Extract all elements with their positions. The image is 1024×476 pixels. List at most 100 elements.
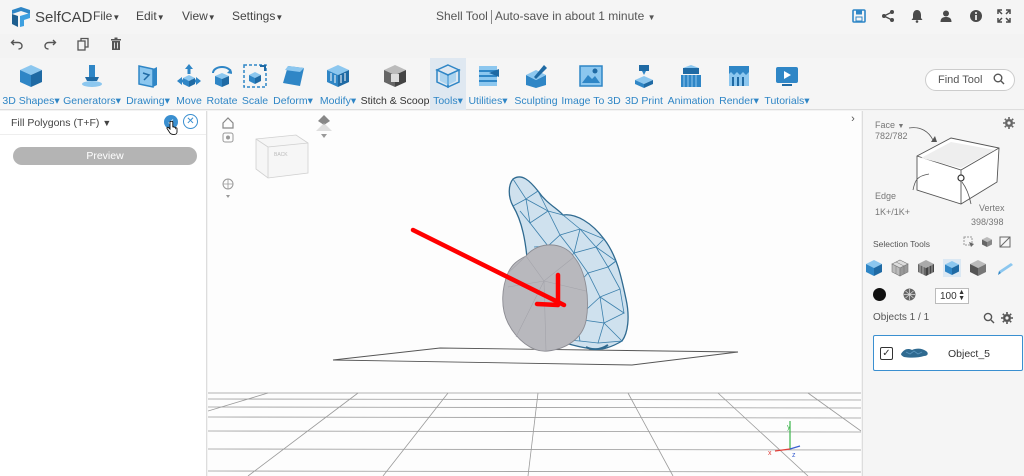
selection-option-icon[interactable] xyxy=(999,235,1011,248)
save-icon[interactable] xyxy=(851,9,867,25)
tool-modify[interactable]: Modify▾ xyxy=(316,58,360,110)
scene-canvas[interactable]: BACK x y z xyxy=(208,111,861,476)
undo-icon[interactable] xyxy=(9,37,25,53)
tool-label: Move xyxy=(176,95,202,107)
render-icon xyxy=(729,66,749,86)
main-toolbar: 3D Shapes▾ Generators▾ Drawing▾ Move Rot… xyxy=(0,58,1024,110)
tutorials-icon xyxy=(776,67,798,86)
object-visibility-checkbox[interactable]: ✓ xyxy=(880,347,893,360)
chevron-down-icon: ▼ xyxy=(207,13,216,22)
home-icon[interactable] xyxy=(222,117,234,129)
face-label: Face xyxy=(875,120,896,130)
tool-rotate[interactable]: Rotate xyxy=(205,58,239,110)
tool-tutorials[interactable]: Tutorials▾ xyxy=(762,58,812,110)
gear-icon[interactable] xyxy=(1001,311,1013,324)
axis-gizmo: x y z xyxy=(768,421,801,459)
close-panel-button[interactable]: ✕ xyxy=(183,114,198,129)
search-icon[interactable] xyxy=(983,311,995,324)
menu-settings[interactable]: Settings▼ xyxy=(232,9,283,23)
fullscreen-icon[interactable] xyxy=(996,9,1012,25)
focus-icon[interactable] xyxy=(222,132,234,143)
collapse-right-panel-icon[interactable]: › xyxy=(847,113,859,127)
globe-icon[interactable] xyxy=(222,178,234,198)
generator-icon xyxy=(82,65,102,87)
preview-button[interactable]: Preview xyxy=(13,147,197,165)
select-edges-icon[interactable] xyxy=(917,259,935,277)
tool-stitch-scoop[interactable]: Stitch & Scoop xyxy=(361,58,429,110)
chevron-down-icon[interactable]: ▼ xyxy=(648,13,656,22)
tool-image-to-3d[interactable]: Image To 3D xyxy=(561,58,621,110)
view-cube[interactable]: BACK xyxy=(255,134,309,179)
delete-icon[interactable] xyxy=(108,37,124,53)
selection-option-icon[interactable] xyxy=(981,235,993,247)
menu-edit[interactable]: Edit▼ xyxy=(136,9,165,23)
tool-deform[interactable]: Deform▾ xyxy=(271,58,315,110)
select-paint-icon[interactable] xyxy=(997,259,1015,277)
rotate-icon xyxy=(212,66,232,87)
chevron-down-icon: ▼ xyxy=(275,13,284,22)
menu-file[interactable]: File▼ xyxy=(93,9,120,23)
select-vertices-icon[interactable] xyxy=(943,259,961,277)
object-list-item[interactable]: ✓ Object_5 xyxy=(873,335,1023,371)
title-divider xyxy=(490,9,492,24)
3d-viewport[interactable]: BACK x y z › xyxy=(208,111,861,476)
sculpting-icon xyxy=(526,65,547,88)
autosave-status[interactable]: Auto-save in about 1 minute xyxy=(495,9,644,23)
tool-label-text: Deform xyxy=(273,95,308,107)
tool-generators[interactable]: Generators▾ xyxy=(62,58,122,110)
mesh-object[interactable] xyxy=(502,176,629,352)
bell-icon[interactable] xyxy=(909,9,925,25)
ground-shadow-plane xyxy=(332,347,739,366)
image-to-3d-icon xyxy=(579,65,603,87)
tool-label: Tutorials▾ xyxy=(764,95,810,107)
find-tool-input[interactable]: Find Tool xyxy=(925,69,1015,91)
tool-animation[interactable]: Animation xyxy=(666,58,716,110)
redo-icon[interactable] xyxy=(42,37,58,53)
menu-label: View xyxy=(182,9,208,23)
tool-label: Animation xyxy=(667,95,715,107)
search-icon[interactable] xyxy=(993,73,1005,88)
share-icon[interactable] xyxy=(880,9,896,25)
select-faces-icon[interactable] xyxy=(891,259,909,277)
tool-utilities[interactable]: Utilities▾ xyxy=(467,58,509,110)
tool-label-text: Tools xyxy=(433,95,458,107)
edge-label: Edge xyxy=(875,191,897,201)
stitch-icon xyxy=(384,65,406,87)
tool-render[interactable]: Render▾ xyxy=(718,58,760,110)
tool-sculpting[interactable]: Sculpting xyxy=(512,58,560,110)
opacity-stepper[interactable]: 100 ▲ ▼ xyxy=(935,288,969,304)
modify-icon xyxy=(327,65,349,87)
user-icon[interactable] xyxy=(938,9,954,25)
stepper-arrows-icon[interactable]: ▲ ▼ xyxy=(958,289,965,302)
tool-scale[interactable]: Scale xyxy=(240,58,270,110)
tool-3d-print[interactable]: 3D Print xyxy=(622,58,666,110)
select-object-icon[interactable] xyxy=(865,259,883,277)
tool-label-text: Utilities xyxy=(468,95,503,107)
object-name: Object_5 xyxy=(948,348,991,360)
menu-view[interactable]: View▼ xyxy=(182,9,216,23)
cube-icon xyxy=(20,65,42,87)
tools-icon xyxy=(435,64,461,89)
select-region-icon[interactable] xyxy=(969,259,987,277)
app-logo[interactable]: SelfCAD xyxy=(10,6,93,28)
object-thumbnail xyxy=(901,348,928,358)
tool-3d-shapes[interactable]: 3D Shapes▾ xyxy=(2,58,60,110)
texture-icon[interactable] xyxy=(903,288,916,301)
menu-label: File xyxy=(93,9,113,23)
drawing-icon xyxy=(138,65,157,88)
tool-label: Sculpting xyxy=(514,95,558,107)
panel-title[interactable]: Fill Polygons (T+F) ▼ xyxy=(11,117,111,129)
info-icon[interactable] xyxy=(968,9,984,25)
tool-settings-panel: Fill Polygons (T+F) ▼ ✓ ✕ Preview xyxy=(0,111,207,476)
panel-header: Fill Polygons (T+F) ▼ ✓ ✕ xyxy=(0,111,206,135)
tool-label-text: Render xyxy=(719,95,754,107)
tool-drawing[interactable]: Drawing▾ xyxy=(124,58,172,110)
copy-icon[interactable] xyxy=(75,37,91,53)
color-swatch[interactable] xyxy=(873,288,886,301)
selection-option-icon[interactable] xyxy=(963,235,975,247)
caret-down-icon: ▼ xyxy=(102,118,112,128)
light-icon[interactable] xyxy=(316,115,332,138)
tool-move[interactable]: Move xyxy=(174,58,204,110)
tool-label: Generators▾ xyxy=(63,95,121,107)
tool-tools[interactable]: Tools▾ xyxy=(430,58,466,110)
